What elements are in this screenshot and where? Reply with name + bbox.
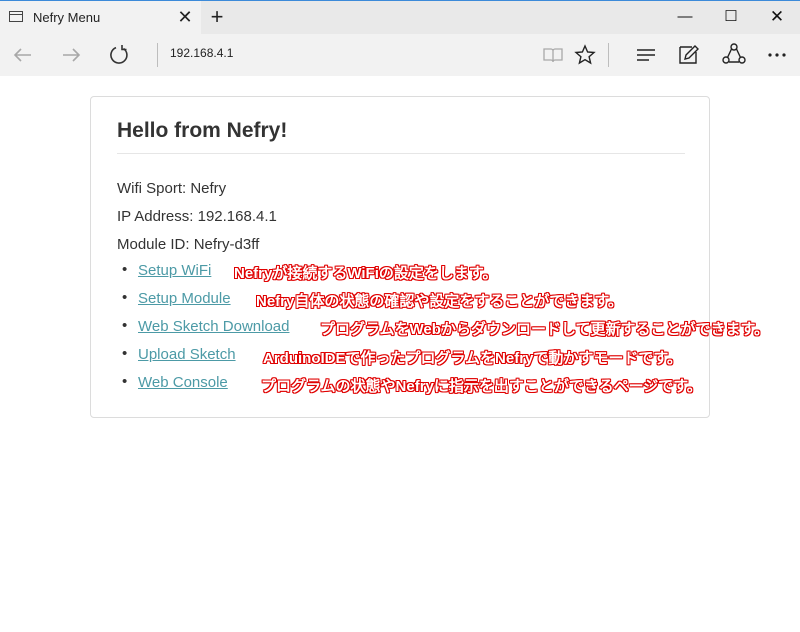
menu-card: Hello from Nefry! Wifi Sport: Nefry IP A… [90,96,710,418]
web-note-icon[interactable] [671,38,705,72]
annotation-web-console: プログラムの状態やNefryに指示を出すことができるページです。 [261,378,702,395]
annotation-setup-module: Nefry自体の状態の確認や設定をすることができます。 [256,293,623,310]
bullet: • [122,317,128,334]
more-icon[interactable] [760,38,794,72]
bullet: • [122,373,128,390]
share-icon[interactable] [717,38,751,72]
minimize-icon[interactable]: — [662,1,708,33]
toolbar-separator [608,43,609,67]
window-close-icon[interactable]: ✕ [754,1,800,33]
annotation-upload-sketch: ArduinoIDEで作ったプログラムをNefryで動かすモードです。 [263,350,682,367]
heading-divider [117,153,685,154]
hub-icon[interactable] [629,38,663,72]
web-console-link[interactable]: Web Console [138,374,228,391]
bullet: • [122,261,128,278]
ip-address-text: IP Address: 192.168.4.1 [117,208,277,225]
tab-close-icon[interactable]: ✕ [176,5,194,29]
forward-icon[interactable] [54,38,88,72]
title-bar: Nefry Menu ✕ + — ☐ ✕ [0,0,800,35]
wifi-sport-text: Wifi Sport: Nefry [117,180,227,197]
reading-view-icon[interactable] [536,38,570,72]
browser-tab[interactable]: Nefry Menu ✕ [0,1,201,35]
annotation-web-sketch-download: プログラムをWebからダウンロードして更新することができます。 [320,321,769,338]
favorite-star-icon[interactable] [568,38,602,72]
setup-wifi-link[interactable]: Setup WiFi [138,262,211,279]
refresh-icon[interactable] [102,38,136,72]
bullet: • [122,289,128,306]
browser-toolbar: 192.168.4.1 [0,34,800,76]
upload-sketch-link[interactable]: Upload Sketch [138,346,236,363]
module-id-text: Module ID: Nefry-d3ff [117,236,260,253]
web-sketch-download-link[interactable]: Web Sketch Download [138,318,289,335]
annotation-setup-wifi: Nefryが接続するWiFiの設定をします。 [234,265,498,282]
bullet: • [122,345,128,362]
address-bar[interactable]: 192.168.4.1 [170,46,233,60]
toolbar-separator [157,43,158,67]
page-title: Hello from Nefry! [117,119,288,142]
maximize-icon[interactable]: ☐ [708,1,754,33]
page-icon [9,11,23,22]
tab-title: Nefry Menu [33,10,101,25]
setup-module-link[interactable]: Setup Module [138,290,231,307]
back-icon[interactable] [6,38,40,72]
new-tab-icon[interactable]: + [205,3,229,31]
